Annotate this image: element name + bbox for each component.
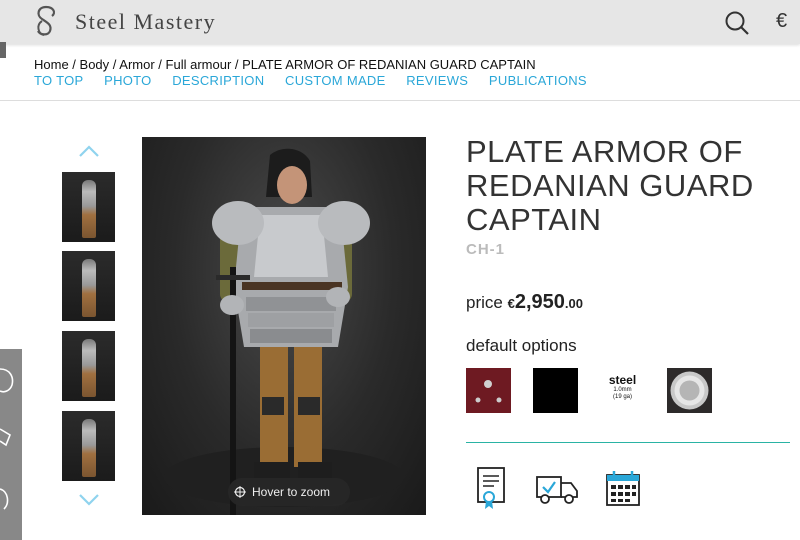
- option-leather-swatch[interactable]: [466, 368, 511, 413]
- steel-thickness: 1.0mm: [613, 387, 632, 393]
- breadcrumb-current: PLATE ARMOR OF REDANIAN GUARD CAPTAIN: [242, 57, 536, 72]
- leather-rivets-image: [475, 380, 502, 403]
- hover-to-zoom-hint: Hover to zoom: [228, 478, 350, 506]
- anchor-photo[interactable]: PHOTO: [104, 73, 152, 88]
- search-icon[interactable]: [724, 10, 750, 36]
- option-steel-swatch[interactable]: steel 1.0mm (19 ga): [600, 368, 645, 413]
- breadcrumb-home[interactable]: Home: [34, 57, 69, 72]
- site-header: Steel Mastery €: [0, 0, 800, 44]
- anchor-to-top[interactable]: TO TOP: [34, 73, 83, 88]
- certificate-icon[interactable]: [468, 465, 514, 511]
- polished-steel-image: [670, 371, 709, 410]
- breadcrumb-armor[interactable]: Armor: [119, 57, 154, 72]
- gallery-thumbnail[interactable]: [62, 251, 115, 321]
- side-tool-icon[interactable]: [0, 481, 22, 517]
- price-cents: .00: [564, 296, 583, 311]
- header-divider: [0, 100, 800, 101]
- armor-figure-illustration: [164, 148, 404, 515]
- logo-text[interactable]: Steel Mastery: [75, 9, 216, 35]
- side-floating-panel[interactable]: [0, 349, 22, 540]
- logo-icon[interactable]: [32, 5, 60, 37]
- anchor-reviews[interactable]: REVIEWS: [406, 73, 468, 88]
- product-title: PLATE ARMOR OF REDANIAN GUARD CAPTAIN: [466, 134, 754, 237]
- options-divider: [466, 442, 790, 443]
- steel-gauge: (19 ga): [612, 394, 632, 400]
- breadcrumb-body[interactable]: Body: [80, 57, 110, 72]
- breadcrumb: Home / Body / Armor / Full armour / PLAT…: [34, 57, 536, 72]
- currency-selector[interactable]: €: [776, 10, 787, 33]
- side-tool-icon[interactable]: [0, 363, 22, 399]
- anchor-custom-made[interactable]: CUSTOM MADE: [285, 73, 386, 88]
- default-options-label: default options: [466, 336, 577, 355]
- breadcrumb-full-armour[interactable]: Full armour: [166, 57, 232, 72]
- zoom-target-icon: [234, 486, 246, 498]
- left-edge-marker: [0, 42, 6, 58]
- chevron-up-icon[interactable]: [78, 144, 100, 158]
- chevron-down-icon[interactable]: [78, 493, 100, 507]
- anchor-description[interactable]: DESCRIPTION: [172, 73, 264, 88]
- calendar-icon[interactable]: [600, 465, 646, 511]
- gallery-thumbnail[interactable]: [62, 411, 115, 481]
- price-label: price: [466, 293, 503, 312]
- option-finish-swatch[interactable]: [667, 368, 712, 413]
- product-price: price €2,950.00: [466, 291, 583, 314]
- gallery-thumbnail[interactable]: [62, 331, 115, 401]
- price-amount: 2,950: [514, 291, 565, 313]
- product-sku: CH-1: [466, 241, 506, 258]
- option-black-swatch[interactable]: [533, 368, 578, 413]
- side-tool-icon[interactable]: [0, 419, 22, 455]
- steel-label: steel: [608, 373, 637, 387]
- price-currency: €: [507, 296, 515, 311]
- anchor-nav: TO TOP PHOTO DESCRIPTION CUSTOM MADE REV…: [34, 73, 604, 88]
- zoom-hint-text: Hover to zoom: [252, 485, 331, 499]
- main-product-photo[interactable]: [142, 137, 426, 515]
- gallery-thumbnail[interactable]: [62, 172, 115, 242]
- anchor-publications[interactable]: PUBLICATIONS: [489, 73, 587, 88]
- delivery-truck-icon[interactable]: [534, 465, 580, 511]
